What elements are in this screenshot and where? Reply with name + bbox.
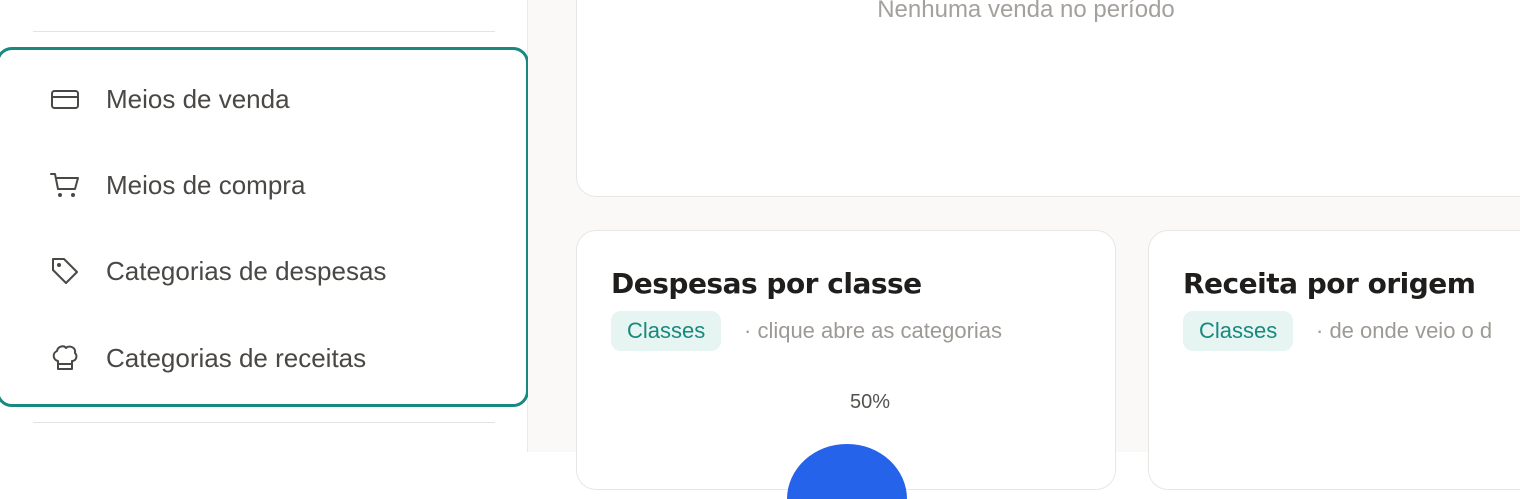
main-content: Nenhuma venda no período Despesas por cl…	[528, 0, 1520, 499]
cart-icon	[50, 173, 79, 197]
pie-percent-label: 50%	[850, 391, 891, 413]
sidebar-item-label: Meios de compra	[106, 170, 306, 200]
card-title: Despesas por classe	[611, 267, 922, 300]
chef-hat-icon	[52, 345, 78, 370]
card-hint: · clique abre as categorias	[744, 318, 1003, 343]
expenses-pie-chart[interactable]	[777, 439, 917, 499]
empty-sales-message: Nenhuma venda no período	[877, 0, 1175, 23]
classes-badge[interactable]: Classes	[1183, 311, 1294, 351]
sidebar: Meios de venda Meios de compra Categoria…	[0, 0, 529, 452]
credit-card-icon	[51, 90, 79, 109]
card-title: Receita por origem	[1183, 267, 1476, 300]
expenses-by-class-card: Despesas por classe Classes · clique abr…	[576, 230, 1116, 499]
tag-icon	[52, 258, 78, 284]
classes-badge[interactable]: Classes	[611, 311, 722, 351]
sidebar-divider-top	[33, 31, 495, 32]
sidebar-item-label: Meios de venda	[106, 84, 290, 114]
sidebar-divider-bottom	[33, 422, 495, 423]
pie-slice[interactable]	[787, 444, 907, 499]
settings-menu-group: Meios de venda Meios de compra Categoria…	[0, 47, 529, 407]
sidebar-item-label: Categorias de despesas	[106, 256, 387, 286]
sales-card: Nenhuma venda no período	[576, 0, 1520, 197]
card-hint: · de onde veio o d	[1316, 318, 1493, 343]
revenue-by-origin-card: Receita por origem Classes · de onde vei…	[1148, 230, 1520, 490]
sidebar-item-label: Categorias de receitas	[106, 343, 367, 373]
